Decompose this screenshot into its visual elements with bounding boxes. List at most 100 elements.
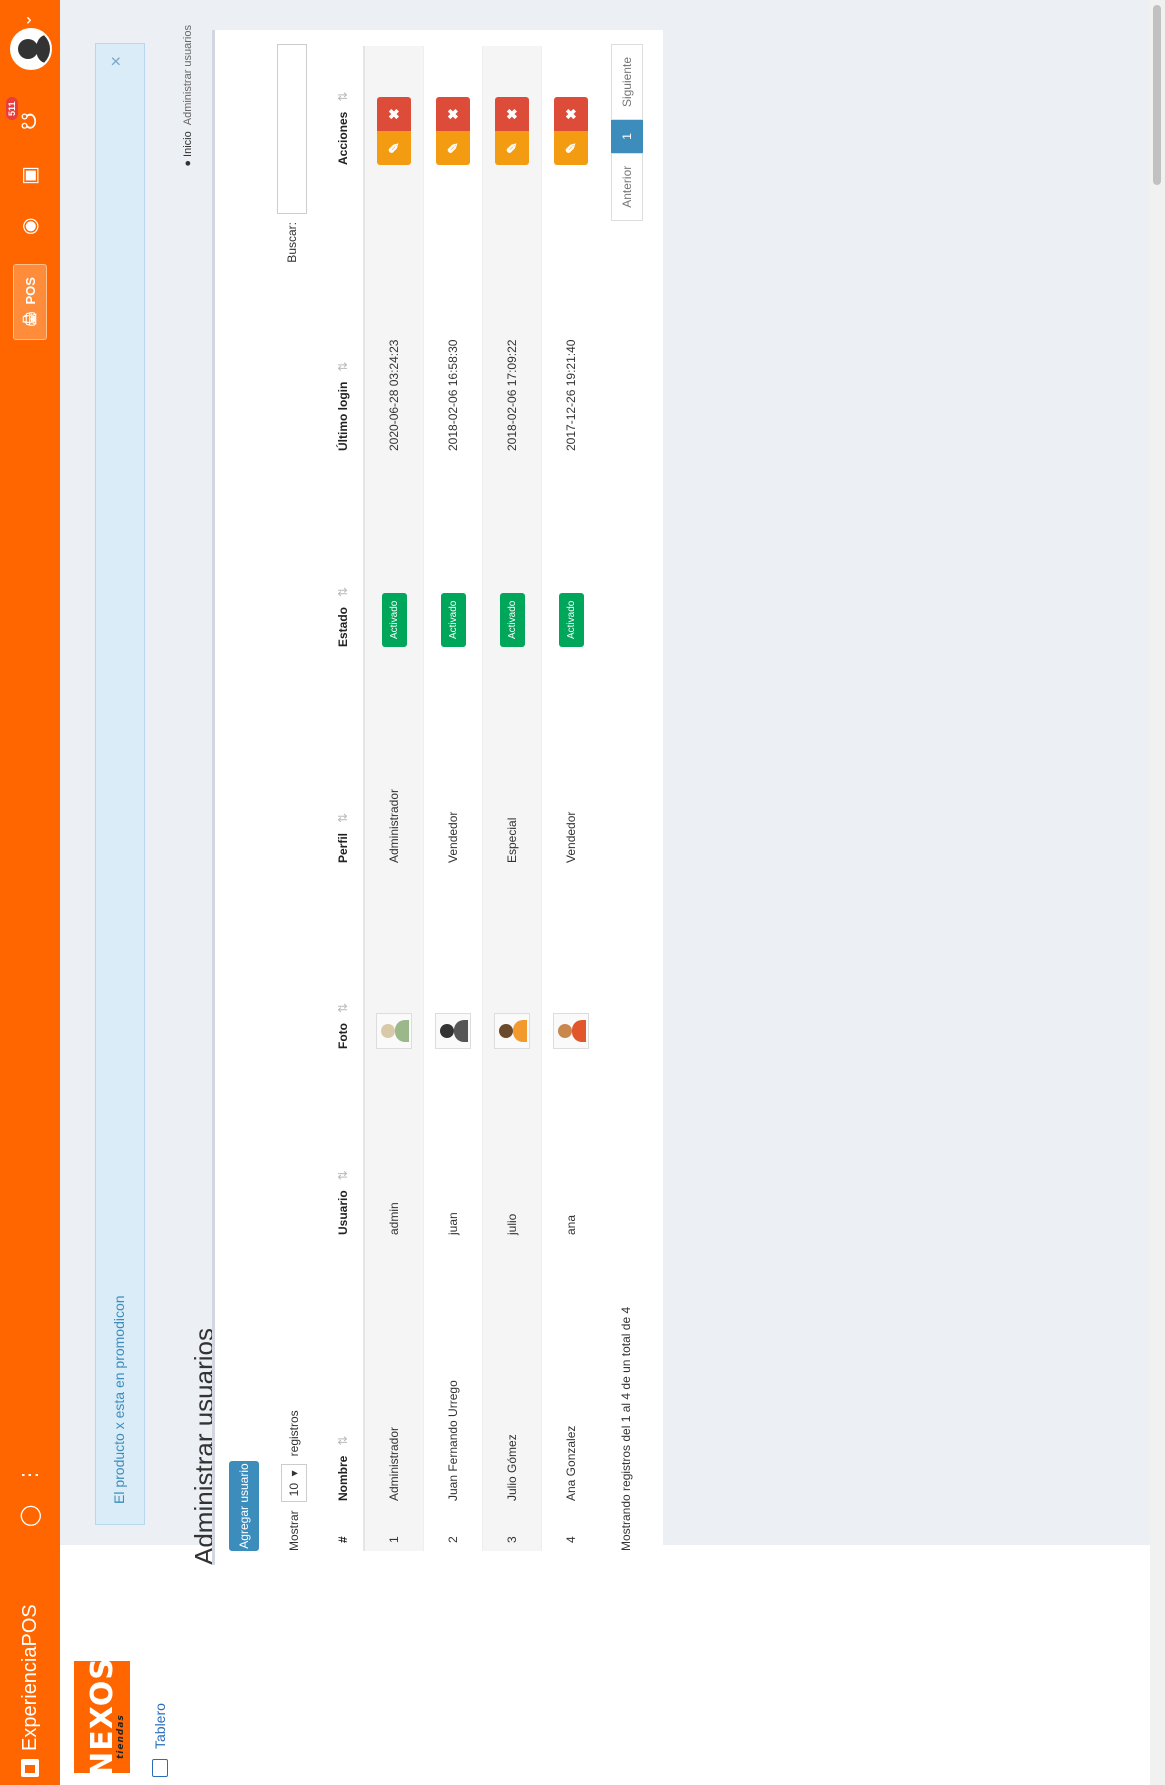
cell-status: Activado xyxy=(364,459,424,655)
edit-button[interactable]: ✎ xyxy=(377,131,411,165)
nexos-logo: NEXOS tiendas xyxy=(74,1657,130,1777)
sidebar: NEXOS tiendas Tablero xyxy=(60,1545,1165,1785)
cell-profile: Vendedor xyxy=(541,655,600,871)
page-1-button[interactable]: 1 xyxy=(611,120,643,153)
status-badge[interactable]: Activado xyxy=(440,592,466,647)
cell-user: admin xyxy=(364,1057,424,1243)
cell-photo xyxy=(541,871,600,1057)
cell-profile: Vendedor xyxy=(423,655,483,871)
header-label: Último login xyxy=(336,381,350,451)
delete-button[interactable]: ✖ xyxy=(436,97,470,131)
pencil-icon: ✎ xyxy=(385,142,402,154)
location-icon[interactable]: ◉ xyxy=(16,218,44,235)
table-row: 1 Administrador admin Administrador Acti… xyxy=(364,46,424,1551)
column-header-status[interactable]: Estado ⇅ xyxy=(323,459,364,655)
brand-logo-icon xyxy=(21,1759,39,1777)
window-icon[interactable]: ▣ xyxy=(16,166,44,185)
promo-alert: El producto x esta en promodicon × xyxy=(95,43,145,1525)
edit-button[interactable]: ✎ xyxy=(554,131,588,165)
pencil-icon: ✎ xyxy=(503,142,520,154)
menu-toggle-icon[interactable]: ◯ xyxy=(16,1505,44,1527)
breadcrumb-home[interactable]: ● Inicio xyxy=(182,131,194,166)
home-icon xyxy=(152,1759,168,1777)
cell-actions: ✎ ✖ xyxy=(423,46,483,173)
status-badge[interactable]: Activado xyxy=(381,592,407,647)
next-page-button[interactable]: Siguiente xyxy=(611,44,643,121)
search-control: Buscar: xyxy=(277,44,307,263)
cell-status: Activado xyxy=(541,459,600,655)
header-label: Usuario xyxy=(336,1190,350,1235)
delete-button[interactable]: ✖ xyxy=(554,97,588,131)
edit-button[interactable]: ✎ xyxy=(436,131,470,165)
header-label: Estado xyxy=(336,606,350,647)
cell-actions: ✎ ✖ xyxy=(482,46,542,173)
page-size-select[interactable]: 10 ▾ xyxy=(281,1464,307,1503)
pos-button-label: POS xyxy=(22,277,38,305)
status-badge[interactable]: Activado xyxy=(558,592,584,647)
horizontal-scrollbar[interactable] xyxy=(1150,0,1165,1785)
edit-button[interactable]: ✎ xyxy=(495,131,529,165)
cell-name: Juan Fernando Urrego xyxy=(423,1243,483,1509)
brand[interactable]: ExperienciaPOS xyxy=(0,1537,60,1785)
sort-icon: ⇅ xyxy=(336,1002,350,1013)
column-header-photo[interactable]: Foto ⇅ xyxy=(323,871,364,1057)
cell-name: Administrador xyxy=(364,1243,424,1509)
close-icon: ✖ xyxy=(385,108,402,120)
sort-icon: ⇅ xyxy=(336,586,350,597)
records-label: registros xyxy=(287,1410,301,1457)
cell-number: 1 xyxy=(364,1509,424,1551)
cell-name: Ana Gonzalez xyxy=(541,1243,600,1509)
user-photo xyxy=(553,1013,589,1049)
column-header-profile[interactable]: Perfil ⇅ xyxy=(323,655,364,871)
page-size-control: Mostrar 10 ▾ registros xyxy=(281,1410,307,1551)
column-header-number[interactable]: # xyxy=(323,1509,364,1551)
cell-photo xyxy=(364,871,424,1057)
cell-status: Activado xyxy=(423,459,483,655)
close-icon[interactable]: × xyxy=(106,56,127,67)
more-options-icon[interactable]: ⋮ xyxy=(16,1465,44,1485)
chevron-down-icon[interactable]: ⌄ xyxy=(16,14,36,27)
delete-button[interactable]: ✖ xyxy=(495,97,529,131)
column-header-actions[interactable]: Acciones ⇅ xyxy=(323,46,364,173)
cell-profile: Administrador xyxy=(364,655,424,871)
pos-button[interactable]: 🖨 POS xyxy=(13,264,47,340)
notification-badge: 511 xyxy=(6,97,18,120)
bell-icon[interactable]: ☋ xyxy=(16,112,44,130)
scrollbar-thumb[interactable] xyxy=(1153,5,1161,185)
sort-icon: ⇅ xyxy=(336,812,350,823)
breadcrumb-home-label: Inicio xyxy=(182,131,194,157)
users-box: Agregar usuario Mostrar 10 ▾ registros B… xyxy=(212,30,663,1565)
prev-page-button[interactable]: Anterior xyxy=(611,152,643,221)
table-row: 2 Juan Fernando Urrego juan Vendedor Act… xyxy=(423,46,483,1551)
cell-user: julio xyxy=(482,1057,542,1243)
add-user-button[interactable]: Agregar usuario xyxy=(229,1461,259,1551)
logo-text: NEXOS xyxy=(84,1657,120,1777)
search-label: Buscar: xyxy=(285,222,299,263)
user-avatar[interactable] xyxy=(10,28,52,70)
sidebar-item-label: Tablero xyxy=(152,1703,168,1749)
user-photo xyxy=(376,1013,412,1049)
column-header-name[interactable]: Nombre ⇅ xyxy=(323,1243,364,1509)
top-bar: ExperienciaPOS ◯ ⋮ 🖨 POS ◉ ▣ ☋ 511 ⌄ xyxy=(0,0,60,1785)
sort-icon: ⇅ xyxy=(336,1435,350,1446)
page-size-value: 10 xyxy=(287,1482,301,1497)
delete-button[interactable]: ✖ xyxy=(377,97,411,131)
sidebar-item-tablero[interactable]: Tablero xyxy=(152,1703,168,1777)
app-stage: ExperienciaPOS ◯ ⋮ 🖨 POS ◉ ▣ ☋ 511 ⌄ NEX… xyxy=(0,0,1165,1785)
cell-number: 4 xyxy=(541,1509,600,1551)
breadcrumb: ● Inicio Administrar usuarios xyxy=(182,25,194,167)
column-header-last-login[interactable]: Último login ⇅ xyxy=(323,173,364,459)
status-badge[interactable]: Activado xyxy=(499,592,525,647)
cell-last-login: 2018-02-06 17:09:22 xyxy=(482,173,542,459)
table-row: 3 Julio Gómez julio Especial Activado 20… xyxy=(482,46,542,1551)
column-header-user[interactable]: Usuario ⇅ xyxy=(323,1057,364,1243)
close-icon: ✖ xyxy=(503,108,520,120)
search-input[interactable] xyxy=(277,44,307,214)
close-icon: ✖ xyxy=(562,108,579,120)
show-label: Mostrar xyxy=(287,1510,301,1551)
close-icon: ✖ xyxy=(444,108,461,120)
cell-user: ana xyxy=(541,1057,600,1243)
cell-photo xyxy=(423,871,483,1057)
alert-text: El producto x esta en promodicon xyxy=(111,1295,127,1504)
pencil-icon: ✎ xyxy=(562,142,579,154)
